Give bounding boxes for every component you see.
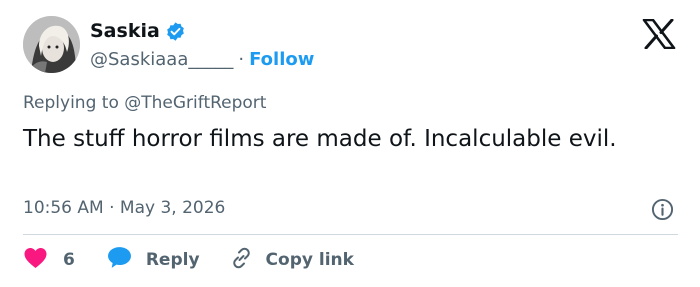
divider xyxy=(23,234,678,235)
copy-link-button[interactable]: Copy link xyxy=(229,246,354,275)
follow-button[interactable]: Follow xyxy=(249,49,314,70)
action-bar: 6 Reply Copy link xyxy=(23,246,354,274)
info-icon[interactable] xyxy=(651,198,674,221)
like-count: 6 xyxy=(63,250,75,270)
like-button[interactable]: 6 xyxy=(23,247,75,274)
author-name-row: Saskia xyxy=(90,20,186,42)
heart-icon xyxy=(23,247,48,274)
link-icon xyxy=(229,246,254,275)
author-handle[interactable]: @Saskiaaa_____ xyxy=(90,49,233,70)
author-handle-row: @Saskiaaa_____ · Follow xyxy=(90,49,314,70)
replying-to-handle[interactable]: @TheGriftReport xyxy=(124,93,266,113)
tweet-timestamp[interactable]: 10:56 AM · May 3, 2026 xyxy=(23,198,225,218)
avatar-image xyxy=(23,16,80,73)
author-name[interactable]: Saskia xyxy=(90,20,160,42)
reply-button[interactable]: Reply xyxy=(107,246,200,274)
separator-dot: · xyxy=(238,49,245,70)
x-logo-icon[interactable] xyxy=(642,18,676,50)
reply-label: Reply xyxy=(145,250,200,270)
copy-link-label: Copy link xyxy=(265,250,354,270)
tweet-text: The stuff horror films are made of. Inca… xyxy=(23,126,617,152)
avatar[interactable] xyxy=(23,16,80,73)
speech-bubble-icon xyxy=(107,246,132,274)
verified-badge-icon xyxy=(165,21,186,42)
replying-to: Replying to @TheGriftReport xyxy=(23,93,266,113)
replying-to-prefix: Replying to xyxy=(23,93,119,113)
